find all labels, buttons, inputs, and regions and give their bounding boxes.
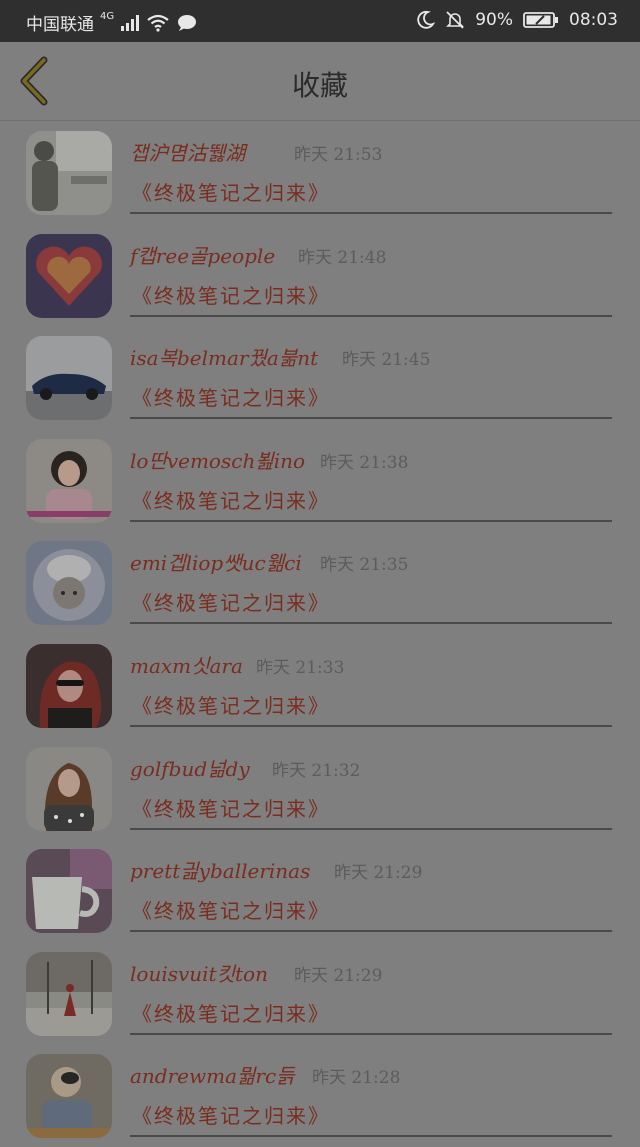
book-title[interactable]: 《终极笔记之归来》 <box>132 1100 330 1129</box>
user-name: f캡ree골people <box>130 243 276 268</box>
timestamp: 昨天 21:32 <box>272 760 361 781</box>
carrier-label: 中国联通 <box>26 15 94 35</box>
message-icon <box>178 14 197 31</box>
book-title[interactable]: 《终极笔记之归来》 <box>132 895 330 924</box>
avatar[interactable] <box>26 951 112 1036</box>
battery-icon <box>523 12 558 28</box>
avatar[interactable] <box>26 541 112 626</box>
book-title[interactable]: 《终极笔记之归来》 <box>132 280 330 309</box>
user-name: isa복belmar꿨a붊nt <box>130 346 319 371</box>
timestamp: 昨天 21:45 <box>342 350 431 371</box>
avatar[interactable] <box>26 438 112 523</box>
avatar[interactable] <box>26 849 112 934</box>
divider <box>130 417 612 420</box>
wifi-icon <box>147 14 169 32</box>
list-item[interactable]: f캡ree골people 昨天 21:48 《终极笔记之归来》 <box>0 224 640 327</box>
divider <box>130 1135 612 1138</box>
avatar[interactable] <box>26 643 112 728</box>
avatar[interactable] <box>26 1054 112 1139</box>
bell-off-icon <box>446 11 465 29</box>
avatar[interactable] <box>26 131 112 215</box>
timestamp: 昨天 21:28 <box>312 1068 401 1089</box>
timestamp: 昨天 21:29 <box>334 863 423 884</box>
user-name: emi겝liop쌧uc웲ci <box>130 551 302 576</box>
list-item[interactable]: andrewma뭚rc듥 昨天 21:28 《终极笔记之归来》 <box>0 1044 640 1147</box>
app-header: 收藏 <box>0 42 640 121</box>
book-title[interactable]: 《终极笔记之归来》 <box>132 485 330 514</box>
book-title[interactable]: 《终极笔记之归来》 <box>132 998 330 1027</box>
book-title[interactable]: 《终极笔记之归来》 <box>132 690 330 719</box>
page-title: 收藏 <box>291 69 348 102</box>
list-item[interactable]: louisvuit킷ton 昨天 21:29 《终极笔记之归来》 <box>0 942 640 1045</box>
network-label: 4G <box>100 11 115 22</box>
clock: 08:03 <box>569 10 618 30</box>
book-title[interactable]: 《终极笔记之归来》 <box>132 793 330 822</box>
timestamp: 昨天 21:53 <box>294 145 383 165</box>
divider <box>130 724 612 727</box>
timestamp: 昨天 21:48 <box>298 247 387 268</box>
list-item[interactable]: isa복belmar꿨a붊nt 昨天 21:45 《终极笔记之归来》 <box>0 326 640 429</box>
list-item[interactable]: lo딴vemosch뵖ino 昨天 21:38 《终极笔记之归来》 <box>0 429 640 532</box>
divider <box>130 519 612 522</box>
user-name: andrewma뭚rc듥 <box>130 1064 295 1089</box>
book-title[interactable]: 《终极笔记之归来》 <box>132 382 330 411</box>
book-title[interactable]: 《终极笔记之归来》 <box>132 587 330 616</box>
avatar[interactable] <box>26 336 112 421</box>
timestamp: 昨天 21:35 <box>320 555 409 576</box>
divider <box>130 314 612 317</box>
timestamp: 昨天 21:33 <box>256 657 345 678</box>
user-name: golfbud넒dy <box>130 756 250 781</box>
divider <box>130 930 612 933</box>
signal-icon <box>121 14 140 31</box>
battery-percent: 90% <box>475 10 513 30</box>
book-title[interactable]: 《终极笔记之归来》 <box>132 177 330 206</box>
divider <box>130 1032 612 1035</box>
avatar[interactable] <box>26 746 112 831</box>
divider <box>130 212 612 214</box>
user-name: louisvuit킷ton <box>130 961 268 986</box>
divider <box>130 622 612 625</box>
avatar[interactable] <box>26 233 112 318</box>
user-name: 잽沪몀沽뛣湖 <box>130 141 246 165</box>
divider <box>130 827 612 830</box>
list-item[interactable]: emi겝liop쌧uc웲ci 昨天 21:35 《终极笔记之归来》 <box>0 531 640 634</box>
list-item[interactable]: golfbud넒dy 昨天 21:32 《终极笔记之归来》 <box>0 737 640 840</box>
timestamp: 昨天 21:29 <box>294 965 383 986</box>
moon-icon <box>417 10 436 29</box>
user-name: maxm싯ara <box>130 653 243 678</box>
list-item[interactable]: maxm싯ara 昨天 21:33 《终极笔记之归来》 <box>0 634 640 737</box>
list-item[interactable]: prett긢yballerinas 昨天 21:29 《终极笔记之归来》 <box>0 839 640 942</box>
list-item[interactable]: 잽沪몀沽뛣湖 昨天 21:53 《终极笔记之归来》 <box>0 121 640 224</box>
user-name: lo딴vemosch뵖ino <box>130 448 306 473</box>
timestamp: 昨天 21:38 <box>320 452 409 473</box>
status-bar: 中国联通 4G 90% 08:03 <box>0 0 640 42</box>
favorites-list: 잽沪몀沽뛣湖 昨天 21:53 《终极笔记之归来》 f캡ree골people 昨… <box>0 121 640 1147</box>
user-name: prett긢yballerinas <box>130 859 311 884</box>
